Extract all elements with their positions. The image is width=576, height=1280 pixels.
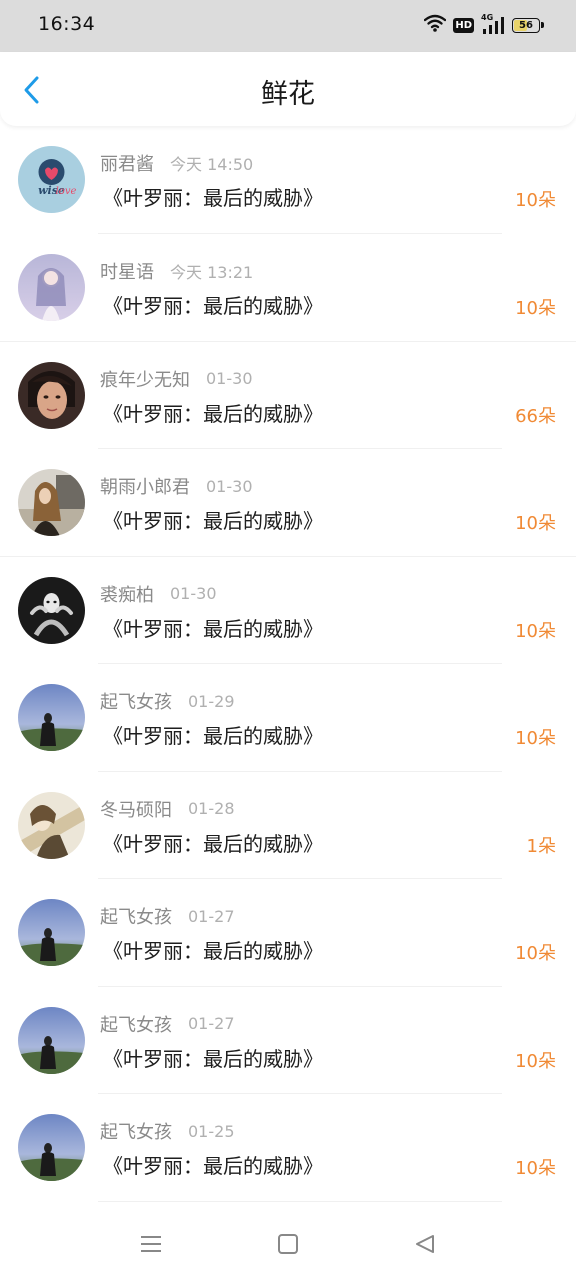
item-meta: 起飞女孩 01-25 (100, 1118, 235, 1144)
item-meta: 丽君酱 今天 14:50 (100, 150, 254, 176)
flower-count: 10朵 (515, 513, 556, 534)
list-item[interactable]: wise love 丽君酱 今天 14:50 《叶罗丽：最后的威胁》 10朵 (0, 126, 576, 234)
flower-count: 1朵 (526, 835, 556, 857)
book-title[interactable]: 《叶罗丽：最后的威胁》 (103, 182, 323, 211)
avatar[interactable] (18, 1114, 85, 1181)
item-meta: 起飞女孩 01-27 (100, 1011, 235, 1037)
timestamp: 01-30 (170, 584, 217, 603)
flower-count: 10朵 (515, 620, 556, 642)
svg-text:love: love (56, 186, 77, 197)
user-name[interactable]: 起飞女孩 (100, 1118, 172, 1144)
flower-count: 10朵 (515, 728, 556, 749)
timestamp: 01-29 (188, 691, 235, 711)
status-time: 16:34 (38, 13, 96, 35)
list-item[interactable]: 起飞女孩 01-27 《叶罗丽：最后的威胁》 10朵 (0, 987, 576, 1095)
list-item[interactable]: 冬马硕阳 01-28 《叶罗丽：最后的威胁》 1朵 (0, 772, 576, 880)
user-name[interactable]: 起飞女孩 (100, 688, 172, 714)
book-title[interactable]: 《叶罗丽：最后的威胁》 (103, 1150, 323, 1179)
timestamp: 01-30 (206, 369, 253, 388)
status-bar: 16:34 HD 4G 56 (0, 0, 576, 52)
flower-count: 10朵 (515, 298, 556, 319)
back-triangle-icon[interactable] (411, 1230, 439, 1258)
user-name[interactable]: 痕年少无知 (100, 366, 190, 392)
user-name[interactable]: 时星语 (100, 258, 154, 284)
signal-4g-icon: 4G (481, 13, 505, 35)
avatar[interactable] (18, 791, 85, 859)
item-meta: 痕年少无知 01-30 (100, 366, 253, 392)
flower-list: wise love 丽君酱 今天 14:50 《叶罗丽：最后的威胁》 10朵 时… (0, 126, 576, 1202)
item-meta: 起飞女孩 01-29 (100, 688, 235, 714)
status-icons: HD 4G 56 (424, 13, 544, 36)
flower-count: 66朵 (515, 405, 556, 427)
user-name[interactable]: 丽君酱 (100, 150, 154, 176)
book-title[interactable]: 《叶罗丽：最后的威胁》 (103, 505, 323, 534)
battery-level: 56 (519, 19, 533, 31)
network-label: 4G (481, 13, 494, 22)
timestamp: 今天 13:21 (170, 263, 254, 282)
user-name[interactable]: 起飞女孩 (100, 1011, 172, 1037)
avatar[interactable] (18, 361, 85, 429)
avatar[interactable] (18, 899, 85, 966)
avatar[interactable] (18, 576, 85, 644)
avatar[interactable] (18, 1006, 85, 1074)
list-item[interactable]: 裘痴柏 01-30 《叶罗丽：最后的威胁》 10朵 (0, 557, 576, 665)
book-title[interactable]: 《叶罗丽：最后的威胁》 (103, 935, 323, 964)
timestamp: 今天 14:50 (170, 155, 254, 174)
flower-count: 10朵 (515, 1050, 556, 1072)
avatar[interactable]: wise love (18, 146, 85, 213)
wifi-icon (424, 14, 447, 36)
user-name[interactable]: 朝雨小郎君 (100, 473, 190, 499)
timestamp: 01-27 (188, 906, 235, 926)
hd-icon: HD (453, 17, 474, 33)
title-bar: 鲜花 (0, 52, 576, 126)
book-title[interactable]: 《叶罗丽：最后的威胁》 (103, 398, 323, 427)
flower-count: 10朵 (515, 1158, 556, 1179)
book-title[interactable]: 《叶罗丽：最后的威胁》 (103, 290, 323, 319)
user-name[interactable]: 起飞女孩 (100, 903, 172, 929)
item-meta: 裘痴柏 01-30 (100, 581, 217, 607)
list-item[interactable]: 时星语 今天 13:21 《叶罗丽：最后的威胁》 10朵 (0, 234, 576, 342)
item-meta: 朝雨小郎君 01-30 (100, 473, 253, 499)
list-item[interactable]: 起飞女孩 01-27 《叶罗丽：最后的威胁》 10朵 (0, 879, 576, 987)
list-item[interactable]: 起飞女孩 01-25 《叶罗丽：最后的威胁》 10朵 (0, 1094, 576, 1202)
avatar[interactable] (18, 684, 85, 751)
timestamp: 01-30 (206, 476, 253, 496)
item-meta: 时星语 今天 13:21 (100, 258, 254, 284)
book-title[interactable]: 《叶罗丽：最后的威胁》 (103, 613, 323, 642)
system-nav-bar (0, 1208, 576, 1280)
timestamp: 01-25 (188, 1121, 235, 1141)
book-title[interactable]: 《叶罗丽：最后的威胁》 (103, 1043, 323, 1072)
menu-icon[interactable] (137, 1230, 165, 1258)
item-meta: 冬马硕阳 01-28 (100, 796, 235, 822)
item-meta: 起飞女孩 01-27 (100, 903, 235, 929)
flower-count: 10朵 (515, 190, 556, 211)
home-square-icon[interactable] (274, 1230, 302, 1258)
user-name[interactable]: 裘痴柏 (100, 581, 154, 607)
list-item[interactable]: 起飞女孩 01-29 《叶罗丽：最后的威胁》 10朵 (0, 664, 576, 772)
book-title[interactable]: 《叶罗丽：最后的威胁》 (103, 828, 323, 857)
avatar[interactable] (18, 469, 85, 536)
avatar[interactable] (18, 254, 85, 321)
timestamp: 01-27 (188, 1014, 235, 1033)
flower-count: 10朵 (515, 943, 556, 964)
user-name[interactable]: 冬马硕阳 (100, 796, 172, 822)
timestamp: 01-28 (188, 799, 235, 818)
book-title[interactable]: 《叶罗丽：最后的威胁》 (103, 720, 323, 749)
battery-icon: 56 (512, 17, 544, 33)
list-item[interactable]: 朝雨小郎君 01-30 《叶罗丽：最后的威胁》 10朵 (0, 449, 576, 557)
list-item[interactable]: 痕年少无知 01-30 《叶罗丽：最后的威胁》 66朵 (0, 342, 576, 450)
page-title: 鲜花 (261, 79, 315, 110)
